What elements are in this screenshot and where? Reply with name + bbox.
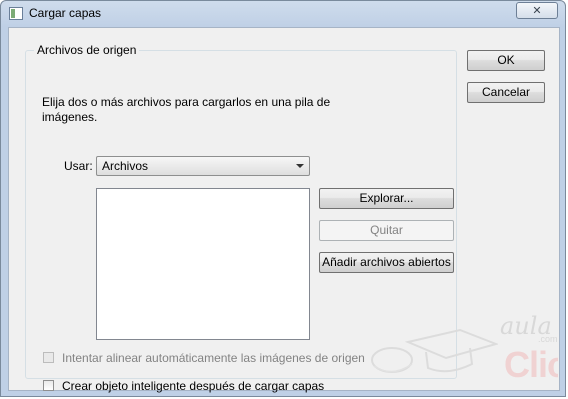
cancel-button[interactable]: Cancelar xyxy=(467,82,545,103)
smart-object-label: Crear objeto inteligente después de carg… xyxy=(62,379,325,393)
close-icon: ✕ xyxy=(532,4,542,17)
dialog-window: Cargar capas ✕ Archivos de origen Elija … xyxy=(0,0,566,397)
chevron-down-icon xyxy=(296,164,304,168)
use-dropdown-value: Archivos xyxy=(102,159,149,173)
instructions-text: Elija dos o más archivos para cargarlos … xyxy=(42,95,331,124)
auto-align-checkbox[interactable] xyxy=(43,352,54,363)
add-open-files-button[interactable]: Añadir archivos abiertos xyxy=(319,252,454,273)
smart-object-checkbox[interactable] xyxy=(43,380,54,391)
use-label: Usar: xyxy=(64,159,93,173)
file-list[interactable] xyxy=(96,188,310,340)
title-bar[interactable]: Cargar capas ✕ xyxy=(1,1,565,27)
auto-align-label: Intentar alinear automáticamente las imá… xyxy=(62,351,365,365)
browse-button[interactable]: Explorar... xyxy=(319,188,454,209)
dialog-body: Archivos de origen Elija dos o más archi… xyxy=(8,27,560,393)
close-button[interactable]: ✕ xyxy=(516,2,558,19)
source-files-legend: Archivos de origen xyxy=(37,43,137,57)
app-window-icon xyxy=(9,7,23,20)
source-files-group: Archivos de origen Elija dos o más archi… xyxy=(25,43,457,393)
use-dropdown[interactable]: Archivos xyxy=(96,156,310,176)
remove-button[interactable]: Quitar xyxy=(319,220,454,241)
window-title: Cargar capas xyxy=(29,6,102,20)
ok-button[interactable]: OK xyxy=(467,50,545,71)
